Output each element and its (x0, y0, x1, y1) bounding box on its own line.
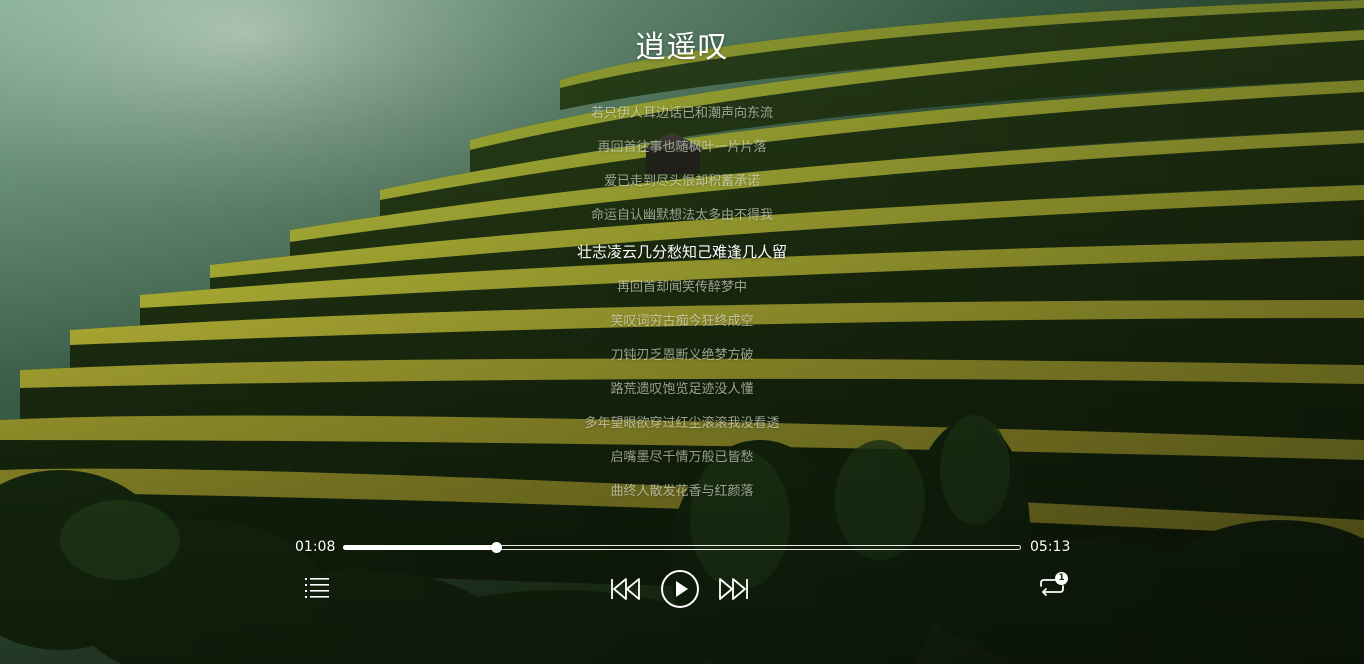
lyric-line[interactable]: 多年望眼欲穿过红尘滚滚我没看透 (0, 412, 1364, 446)
lyric-line[interactable]: 再回首往事也随枫叶一片片落 (0, 136, 1364, 170)
lyric-line[interactable]: 再回首却闻笑传醉梦中 (0, 276, 1364, 310)
lyric-line[interactable]: 爱已走到尽头恨却积蓄承诺 (0, 170, 1364, 204)
repeat-mode-button[interactable]: 1 (1033, 570, 1071, 602)
progress-bar[interactable] (343, 542, 1021, 553)
song-title: 逍遥叹 (635, 30, 729, 65)
skip-next-icon (719, 578, 748, 600)
lyric-line[interactable]: 笑叹词穷古痴今狂终成空 (0, 310, 1364, 344)
previous-button[interactable] (608, 574, 644, 604)
lyric-line[interactable]: 路荒遗叹饱览足迹没人懂 (0, 378, 1364, 412)
duration-time: 05:13 (1030, 539, 1071, 555)
repeat-count-badge: 1 (1055, 572, 1068, 585)
lyric-line[interactable]: 命运自认幽默想法太多由不得我 (0, 204, 1364, 238)
skip-previous-icon (611, 578, 640, 600)
progress-fill (343, 545, 496, 550)
current-time: 01:08 (295, 539, 336, 555)
progress-handle[interactable] (490, 542, 502, 553)
playlist-icon (305, 578, 329, 598)
play-icon (661, 570, 699, 608)
lyric-line[interactable]: 若只伊人耳边话已和潮声向东流 (0, 102, 1364, 136)
player-page: 逍遥叹 若只伊人耳边话已和潮声向东流 再回首往事也随枫叶一片片落 爱已走到尽头恨却积… (0, 0, 1364, 664)
lyric-line[interactable]: 曲终人散发花香与红颜落 (0, 480, 1364, 514)
lyric-line[interactable]: 启嘴墨尽千情万般已皆愁 (0, 446, 1364, 480)
next-button[interactable] (715, 574, 751, 604)
play-button[interactable] (660, 569, 700, 609)
playlist-button[interactable] (302, 574, 332, 600)
lyrics-list: 若只伊人耳边话已和潮声向东流 再回首往事也随枫叶一片片落 爱已走到尽头恨却积蓄承诺命… (0, 102, 1364, 514)
lyric-line-current[interactable]: 壮志凌云几分愁知己难逢几人留 (0, 238, 1364, 276)
lyric-line[interactable]: 刀钝刃乏恩断义绝梦方破 (0, 344, 1364, 378)
